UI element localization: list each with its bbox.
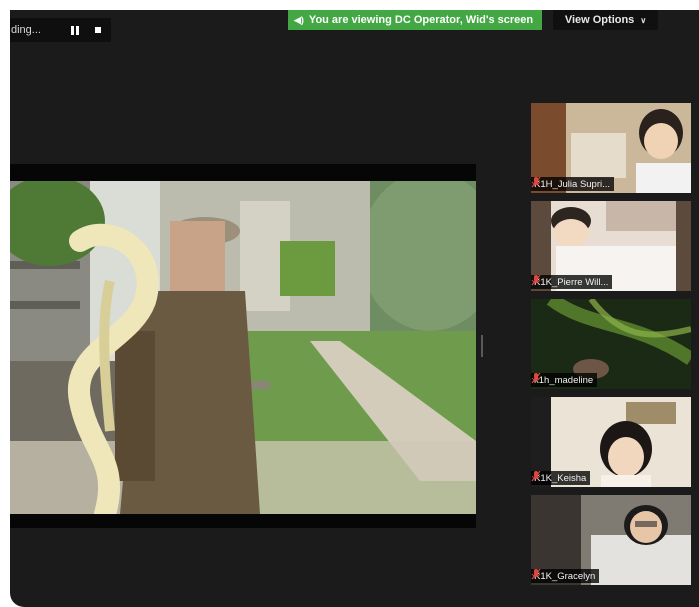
mic-muted-icon <box>531 471 541 482</box>
participant-name-tag: K1K_Gracelyn <box>531 569 600 583</box>
participant-name-tag: K1H_Julia Supri... <box>531 177 615 191</box>
participant-name: K1K_Gracelyn <box>534 570 596 582</box>
participant-name: K1K_Keisha <box>534 472 587 484</box>
chevron-down-icon: ∨ <box>640 15 647 25</box>
shared-video-frame <box>10 181 476 514</box>
panel-resize-handle[interactable] <box>481 335 483 357</box>
participant-name-tag: K1K_Keisha <box>531 471 591 485</box>
view-options-label: View Options <box>564 14 635 26</box>
shared-screen <box>10 164 476 528</box>
participant-tile[interactable]: K1K_Pierre Will... <box>531 201 691 291</box>
mic-muted-icon <box>531 275 541 286</box>
participant-tile[interactable]: K1K_Keisha <box>531 397 691 487</box>
participant-tile[interactable]: K1K_Gracelyn <box>531 495 691 585</box>
mic-muted-icon <box>531 373 541 384</box>
participant-tile[interactable]: K1H_Julia Supri... <box>531 103 691 193</box>
shared-video-image <box>10 181 476 514</box>
banner-text: You are viewing DC Operator, Wid's scree… <box>308 14 534 26</box>
screen-share-banner: ◀) You are viewing DC Operator, Wid's sc… <box>288 10 542 30</box>
mic-muted-icon <box>531 569 541 580</box>
stop-icon[interactable] <box>95 27 101 33</box>
speaker-icon: ◀) <box>294 14 304 25</box>
participant-name-tag: k1h_madeline <box>531 373 598 387</box>
recording-status: ding... <box>11 24 41 36</box>
pause-icon[interactable] <box>71 25 79 35</box>
view-options-button[interactable]: View Options ∨ <box>553 10 658 30</box>
participant-name: K1H_Julia Supri... <box>534 178 611 190</box>
participant-name: K1K_Pierre Will... <box>534 276 609 288</box>
mic-muted-icon <box>531 177 541 188</box>
participant-name: k1h_madeline <box>534 374 594 386</box>
recording-bar: ding... <box>10 18 111 42</box>
participant-tile[interactable]: k1h_madeline <box>531 299 691 389</box>
participant-name-tag: K1K_Pierre Will... <box>531 275 613 289</box>
